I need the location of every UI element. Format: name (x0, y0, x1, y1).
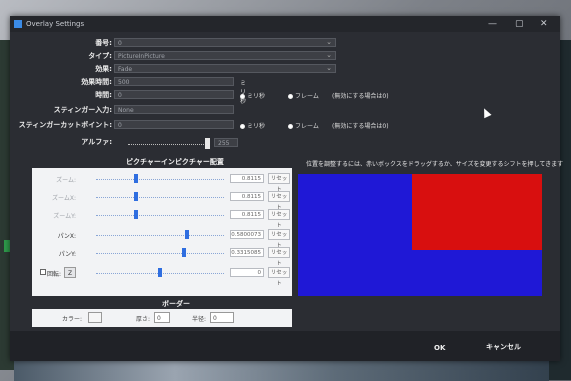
pan-y-label: パンY: (58, 251, 76, 258)
rotation-slider-thumb[interactable] (158, 268, 162, 277)
zoom-x-slider-track[interactable] (96, 197, 224, 199)
pip-panel: ズーム: 0.8115 リセット ズームX: 0.8115 リセット ズームY:… (32, 168, 292, 296)
zoom-x-reset-button[interactable]: リセット (268, 191, 290, 211)
rotation-axis-button[interactable]: Z (64, 267, 76, 278)
border-thickness-label: 厚さ: (136, 316, 151, 323)
alpha-label: アルファ: (81, 138, 112, 146)
stinger-note: (無効にする場合は0) (332, 123, 389, 130)
pan-y-value[interactable]: 0.3315085 (230, 248, 264, 257)
window-title: Overlay Settings (26, 20, 85, 28)
zoom-x-value[interactable]: 0.8115 (230, 192, 264, 201)
minimize-button[interactable]: — (488, 19, 497, 29)
type-select[interactable]: PictureInPicture ⌄ (114, 51, 336, 60)
pan-y-slider-track[interactable] (96, 253, 224, 255)
rotation-checkbox[interactable] (40, 269, 46, 275)
stinger-ms-radio[interactable]: ミリ秒 (240, 121, 265, 130)
border-heading: ボーダー (162, 300, 190, 308)
effect-label: 効果: (95, 65, 112, 73)
stinger-ms-label: ミリ秒 (247, 123, 266, 130)
effect-value: Fade (118, 66, 133, 73)
effect-time-label: 効果時間: (81, 78, 112, 86)
zoom-y-slider-track[interactable] (96, 215, 224, 217)
rotation-reset-button[interactable]: リセット (268, 267, 290, 287)
position-preview[interactable] (298, 174, 542, 296)
stinger-cut-input[interactable]: 0 (114, 120, 234, 129)
time-note: (無効にする場合は0) (332, 93, 389, 100)
border-panel: カラー: 厚さ: 0 半径: 0 (32, 309, 292, 327)
zoom-x-row: ズームX: 0.8115 リセット (32, 190, 292, 211)
radio-selected-icon (240, 94, 245, 99)
time-label: 時間: (95, 91, 112, 99)
stinger-frame-label: フレーム (295, 123, 319, 130)
pan-x-value[interactable]: 0.5800073 (230, 230, 264, 239)
radio-icon (288, 124, 293, 129)
alpha-slider-track[interactable] (128, 144, 208, 146)
border-radius-input[interactable]: 0 (210, 312, 234, 323)
pip-heading: ピクチャーインピクチャー配置 (126, 158, 224, 166)
zoom-y-slider-thumb[interactable] (134, 210, 139, 219)
time-frame-radio[interactable]: フレーム (288, 91, 319, 100)
zoom-slider-thumb[interactable] (134, 174, 139, 183)
stinger-input-select[interactable]: None (114, 105, 234, 114)
pan-x-reset-button[interactable]: リセット (268, 229, 290, 249)
pan-y-row: パンY: 0.3315085 リセット (32, 246, 292, 267)
radio-selected-icon (240, 124, 245, 129)
pan-x-label: パンX: (57, 233, 76, 240)
alpha-slider-thumb[interactable] (205, 138, 210, 149)
zoom-reset-button[interactable]: リセット (268, 173, 290, 193)
time-ms-radio[interactable]: ミリ秒 (240, 91, 265, 100)
zoom-slider-track[interactable] (96, 179, 224, 181)
mouse-cursor-icon (480, 106, 492, 119)
pan-x-slider-thumb[interactable] (185, 230, 190, 239)
zoom-row: ズーム: 0.8115 リセット (32, 172, 292, 193)
pan-y-reset-button[interactable]: リセット (268, 247, 290, 267)
rotation-row: 回転: Z 0 リセット (32, 266, 292, 287)
pip-position-box[interactable] (412, 174, 542, 250)
zoom-y-value[interactable]: 0.8115 (230, 210, 264, 219)
preview-hint: 位置を調整するには、赤いボックスをドラッグするか、サイズを変更するシフトを押して… (306, 161, 564, 168)
border-color-label: カラー: (62, 316, 83, 323)
stinger-input-label: スティンガー入力: (53, 106, 112, 114)
rotation-value[interactable]: 0 (230, 268, 264, 277)
ok-button[interactable]: OK (434, 344, 445, 352)
border-color-swatch[interactable] (88, 312, 102, 323)
dialog-footer: OK キャンセル (10, 331, 560, 361)
maximize-button[interactable]: ▢ (515, 19, 524, 29)
type-value: PictureInPicture (118, 53, 165, 60)
zoom-x-slider-thumb[interactable] (134, 192, 139, 201)
number-value: 0 (118, 40, 122, 47)
zoom-y-label: ズームY: (53, 213, 76, 220)
pan-x-row: パンX: 0.5800073 リセット (32, 228, 292, 249)
border-thickness-input[interactable]: 0 (154, 312, 170, 323)
zoom-y-reset-button[interactable]: リセット (268, 209, 290, 229)
close-button[interactable]: ✕ (540, 19, 548, 29)
time-ms-label: ミリ秒 (247, 93, 266, 100)
zoom-value[interactable]: 0.8115 (230, 174, 264, 183)
time-input[interactable]: 0 (114, 90, 234, 99)
chevron-down-icon: ⌄ (326, 51, 332, 59)
cancel-button[interactable]: キャンセル (486, 342, 521, 352)
number-select[interactable]: 0 ⌄ (114, 38, 336, 47)
chevron-down-icon: ⌄ (326, 38, 332, 46)
alpha-value[interactable]: 255 (214, 138, 238, 147)
title-bar: Overlay Settings — ▢ ✕ (10, 16, 560, 32)
pan-y-slider-thumb[interactable] (181, 248, 186, 257)
rotation-label: 回転: (47, 271, 62, 278)
chevron-down-icon: ⌄ (326, 64, 332, 72)
number-label: 番号: (95, 39, 112, 47)
stinger-cut-label: スティンガーカットポイント: (18, 121, 112, 129)
zoom-label: ズーム: (56, 177, 76, 184)
zoom-x-label: ズームX: (52, 195, 76, 202)
stinger-frame-radio[interactable]: フレーム (288, 121, 319, 130)
time-frame-label: フレーム (295, 93, 319, 100)
zoom-y-row: ズームY: 0.8115 リセット (32, 208, 292, 229)
border-radius-label: 半径: (192, 316, 207, 323)
radio-icon (288, 94, 293, 99)
app-icon (14, 20, 22, 28)
overlay-settings-dialog: Overlay Settings — ▢ ✕ 番号: 0 ⌄ タイプ: Pict… (10, 16, 564, 361)
type-label: タイプ: (88, 52, 112, 60)
pan-x-slider-track[interactable] (96, 235, 224, 237)
effect-select[interactable]: Fade ⌄ (114, 64, 336, 73)
effect-time-input[interactable]: 500 (114, 77, 234, 86)
